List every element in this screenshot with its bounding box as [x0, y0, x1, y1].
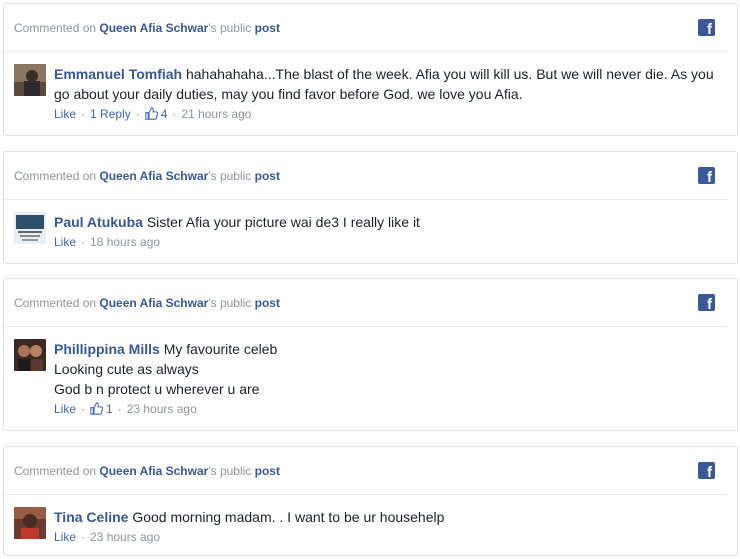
- post-link[interactable]: post: [255, 464, 280, 478]
- header-possessive: 's public: [208, 20, 255, 35]
- comment: Tina Celine Good morning madam. . I want…: [4, 495, 737, 545]
- timestamp[interactable]: 18 hours ago: [90, 234, 160, 250]
- comment-body: Tina Celine Good morning madam. . I want…: [54, 507, 727, 545]
- header-text: Commented on Queen Afia Schwar's public …: [14, 464, 280, 478]
- header-possessive: 's public: [208, 463, 255, 478]
- reaction-count[interactable]: 4: [144, 106, 168, 122]
- comment-text: Sister Afia your picture wai de3 I reall…: [146, 214, 420, 230]
- header-prefix: Commented on: [14, 295, 100, 310]
- comment-body: Phillippina Mills My favourite celeb Loo…: [54, 339, 727, 417]
- author-name[interactable]: Paul Atukuba: [54, 214, 143, 230]
- card-header: Commented on Queen Afia Schwar's public …: [4, 447, 727, 495]
- page-name-link[interactable]: Queen Afia Schwar: [99, 169, 208, 183]
- timestamp[interactable]: 23 hours ago: [127, 401, 197, 417]
- card-header: Commented on Queen Afia Schwar's public …: [4, 152, 727, 200]
- like-link[interactable]: Like: [54, 401, 76, 417]
- comment-text-line: Looking cute as always: [54, 361, 199, 377]
- post-link[interactable]: post: [255, 21, 280, 35]
- thumbs-up-icon: [90, 402, 104, 415]
- author-name[interactable]: Tina Celine: [54, 509, 128, 525]
- avatar[interactable]: [14, 339, 46, 371]
- reaction-count-value: 1: [106, 402, 113, 416]
- header-text: Commented on Queen Afia Schwar's public …: [14, 169, 280, 183]
- comment-card: Commented on Queen Afia Schwar's public …: [3, 446, 738, 556]
- comment-card: Commented on Queen Afia Schwar's public …: [3, 278, 738, 431]
- timestamp[interactable]: 21 hours ago: [181, 106, 251, 122]
- reaction-count-value: 4: [160, 107, 168, 121]
- facebook-icon[interactable]: f: [698, 294, 715, 312]
- reply-link[interactable]: 1 Reply: [90, 106, 131, 122]
- facebook-icon[interactable]: f: [698, 19, 715, 37]
- comment-meta: Like · 18 hours ago: [54, 234, 727, 250]
- separator: ·: [81, 107, 86, 121]
- author-name[interactable]: Emmanuel Tomfiah: [54, 66, 182, 82]
- author-name[interactable]: Phillippina Mills: [54, 341, 160, 357]
- header-possessive: 's public: [208, 295, 255, 310]
- comment-card: Commented on Queen Afia Schwar's public …: [3, 151, 738, 264]
- separator: ·: [81, 235, 86, 249]
- comment-meta: Like · 1 Reply · 4 · 21 hours ago: [54, 106, 727, 122]
- page-name-link[interactable]: Queen Afia Schwar: [99, 464, 208, 478]
- avatar[interactable]: [14, 212, 46, 244]
- like-link[interactable]: Like: [54, 234, 76, 250]
- thumbs-up-icon: [144, 107, 158, 120]
- post-link[interactable]: post: [255, 296, 280, 310]
- comment-text-line: God b n protect u wherever u are: [54, 381, 260, 397]
- separator: ·: [135, 107, 140, 121]
- avatar[interactable]: [14, 64, 46, 96]
- comment: Paul Atukuba Sister Afia your picture wa…: [4, 200, 737, 250]
- card-header: Commented on Queen Afia Schwar's public …: [4, 4, 727, 52]
- comment-text: Good morning madam. . I want to be ur ho…: [132, 509, 445, 525]
- facebook-icon[interactable]: f: [698, 167, 715, 185]
- card-header: Commented on Queen Afia Schwar's public …: [4, 279, 727, 327]
- separator: ·: [81, 402, 86, 416]
- avatar[interactable]: [14, 507, 46, 539]
- separator: ·: [117, 402, 122, 416]
- comment-meta: Like · 1 · 23 hours ago: [54, 401, 727, 417]
- timestamp[interactable]: 23 hours ago: [90, 529, 160, 545]
- header-prefix: Commented on: [14, 463, 100, 478]
- header-text: Commented on Queen Afia Schwar's public …: [14, 296, 280, 310]
- post-link[interactable]: post: [255, 169, 280, 183]
- facebook-icon[interactable]: f: [698, 462, 715, 480]
- comment-body: Emmanuel Tomfiah hahahahaha...The blast …: [54, 64, 727, 122]
- header-prefix: Commented on: [14, 168, 100, 183]
- comment-body: Paul Atukuba Sister Afia your picture wa…: [54, 212, 727, 250]
- comment: Phillippina Mills My favourite celeb Loo…: [4, 327, 737, 417]
- separator: ·: [172, 107, 177, 121]
- header-possessive: 's public: [208, 168, 255, 183]
- comment-card: Commented on Queen Afia Schwar's public …: [3, 3, 738, 136]
- separator: ·: [81, 530, 86, 544]
- like-link[interactable]: Like: [54, 529, 76, 545]
- page-name-link[interactable]: Queen Afia Schwar: [99, 296, 208, 310]
- reaction-count[interactable]: 1: [90, 401, 113, 417]
- like-link[interactable]: Like: [54, 106, 76, 122]
- header-text: Commented on Queen Afia Schwar's public …: [14, 21, 280, 35]
- comment-meta: Like · 23 hours ago: [54, 529, 727, 545]
- page-name-link[interactable]: Queen Afia Schwar: [99, 21, 208, 35]
- comment: Emmanuel Tomfiah hahahahaha...The blast …: [4, 52, 737, 122]
- comment-text-line: My favourite celeb: [163, 341, 278, 357]
- header-prefix: Commented on: [14, 20, 100, 35]
